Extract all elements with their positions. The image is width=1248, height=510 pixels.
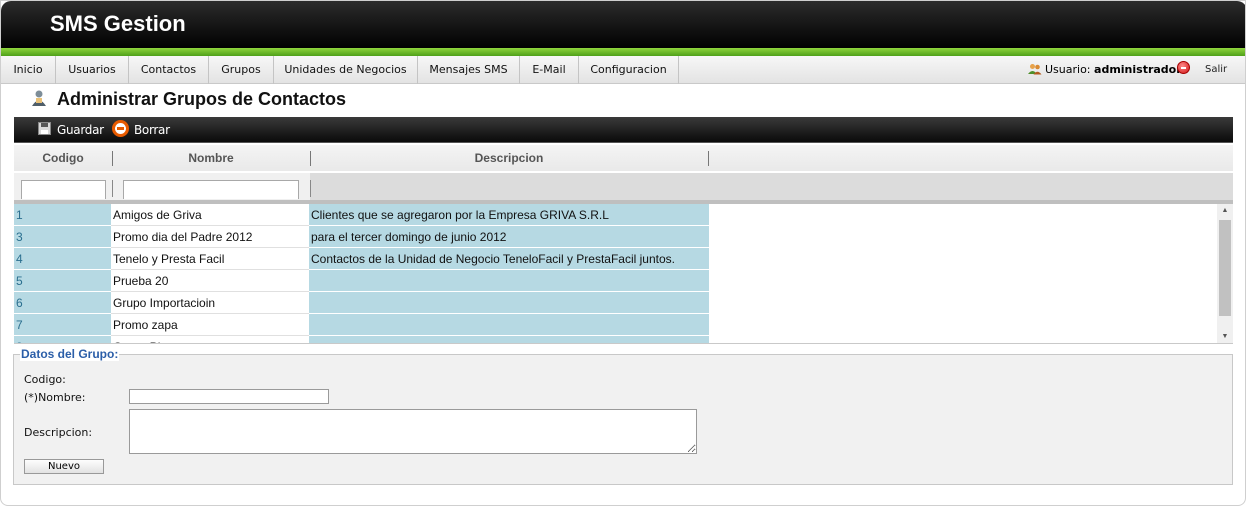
logout-link[interactable]: Salir	[1205, 64, 1227, 75]
app-window: SMS Gestion Inicio Usuarios Contactos Gr…	[0, 0, 1246, 506]
column-header-description[interactable]: Descripcion	[310, 145, 708, 171]
cell-code: 7	[14, 314, 111, 336]
table-row[interactable]: 7 Promo zapa	[14, 314, 1217, 336]
table-scrollbar[interactable]: ▲ ▼	[1217, 204, 1233, 343]
form-legend: Datos del Grupo:	[20, 347, 120, 361]
nav-item-mensajes[interactable]: Mensajes SMS	[418, 56, 520, 84]
cell-code: 8	[14, 336, 111, 343]
current-user: Usuario: administrador	[1045, 63, 1182, 76]
column-header-code[interactable]: Codigo	[14, 145, 112, 171]
column-header-name[interactable]: Nombre	[112, 145, 310, 171]
cell-description	[309, 336, 709, 343]
table-row[interactable]: 1 Amigos de Griva Clientes que se agrega…	[14, 204, 1217, 226]
cell-code: 1	[14, 204, 111, 226]
name-label: (*)Nombre:	[24, 391, 86, 404]
cell-name: Promo zapa	[111, 314, 309, 336]
description-field[interactable]	[129, 409, 697, 454]
cell-code: 3	[14, 226, 111, 248]
nav-item-email[interactable]: E-Mail	[520, 56, 579, 84]
column-divider[interactable]	[708, 151, 709, 166]
grid-filter-row	[14, 173, 1233, 200]
cell-description	[309, 270, 709, 292]
app-title: SMS Gestion	[50, 11, 186, 36]
table-row[interactable]: 3 Promo dia del Padre 2012 para el terce…	[14, 226, 1217, 248]
user-prefix: Usuario:	[1045, 63, 1091, 76]
scroll-thumb[interactable]	[1219, 220, 1231, 316]
cell-description	[309, 314, 709, 336]
toolbar: Guardar Borrar	[14, 117, 1233, 143]
cell-name: Grupo Pl...	[111, 336, 309, 343]
user-name: administrador	[1094, 63, 1182, 76]
save-icon[interactable]	[38, 122, 51, 135]
app-header: SMS Gestion	[1, 1, 1245, 49]
table-row[interactable]: 4 Tenelo y Presta Facil Contactos de la …	[14, 248, 1217, 270]
group-admin-icon	[32, 90, 46, 106]
code-filter-input[interactable]	[21, 180, 106, 199]
table-row[interactable]: 5 Prueba 20	[14, 270, 1217, 292]
description-label: Descripcion:	[24, 426, 93, 439]
name-field[interactable]	[129, 389, 329, 404]
save-button[interactable]: Guardar	[57, 117, 104, 143]
table-row[interactable]: 6 Grupo Importacioin	[14, 292, 1217, 314]
scroll-up-arrow-icon[interactable]: ▲	[1217, 204, 1233, 218]
nav-item-contactos[interactable]: Contactos	[129, 56, 209, 84]
cell-name: Amigos de Griva	[111, 204, 309, 226]
nav-item-usuarios[interactable]: Usuarios	[56, 56, 129, 84]
delete-icon[interactable]	[112, 120, 129, 137]
nav-item-unidades[interactable]: Unidades de Negocios	[274, 56, 418, 84]
cell-name: Promo dia del Padre 2012	[111, 226, 309, 248]
nav-item-inicio[interactable]: Inicio	[1, 56, 56, 84]
cell-description: Contactos de la Unidad de Negocio Tenelo…	[309, 248, 709, 270]
nav-item-grupos[interactable]: Grupos	[209, 56, 274, 84]
grid-header: Codigo Nombre Descripcion	[14, 145, 1233, 171]
cell-code: 5	[14, 270, 111, 292]
page-title: Administrar Grupos de Contactos	[57, 89, 347, 109]
cell-name: Grupo Importacioin	[111, 292, 309, 314]
users-icon	[1028, 64, 1042, 75]
new-button[interactable]: Nuevo	[24, 459, 104, 474]
code-label: Codigo:	[24, 373, 66, 386]
scroll-down-arrow-icon[interactable]: ▼	[1217, 330, 1233, 343]
cell-code: 4	[14, 248, 111, 270]
filter-divider	[112, 180, 113, 197]
cell-name: Prueba 20	[111, 270, 309, 292]
cell-name: Tenelo y Presta Facil	[111, 248, 309, 270]
cell-description	[309, 292, 709, 314]
cell-code: 6	[14, 292, 111, 314]
logout-icon[interactable]	[1177, 61, 1190, 74]
cell-description: Clientes que se agregaron por la Empresa…	[309, 204, 709, 226]
groups-table: 1 Amigos de Griva Clientes que se agrega…	[14, 204, 1233, 344]
delete-button[interactable]: Borrar	[134, 117, 170, 143]
nav-item-configuracion[interactable]: Configuracion	[579, 56, 679, 84]
filter-divider	[310, 180, 311, 197]
table-row[interactable]: 8 Grupo Pl...	[14, 336, 1217, 343]
header-accent-bar	[1, 48, 1245, 56]
name-filter-input[interactable]	[123, 180, 299, 199]
cell-description: para el tercer domingo de junio 2012	[309, 226, 709, 248]
